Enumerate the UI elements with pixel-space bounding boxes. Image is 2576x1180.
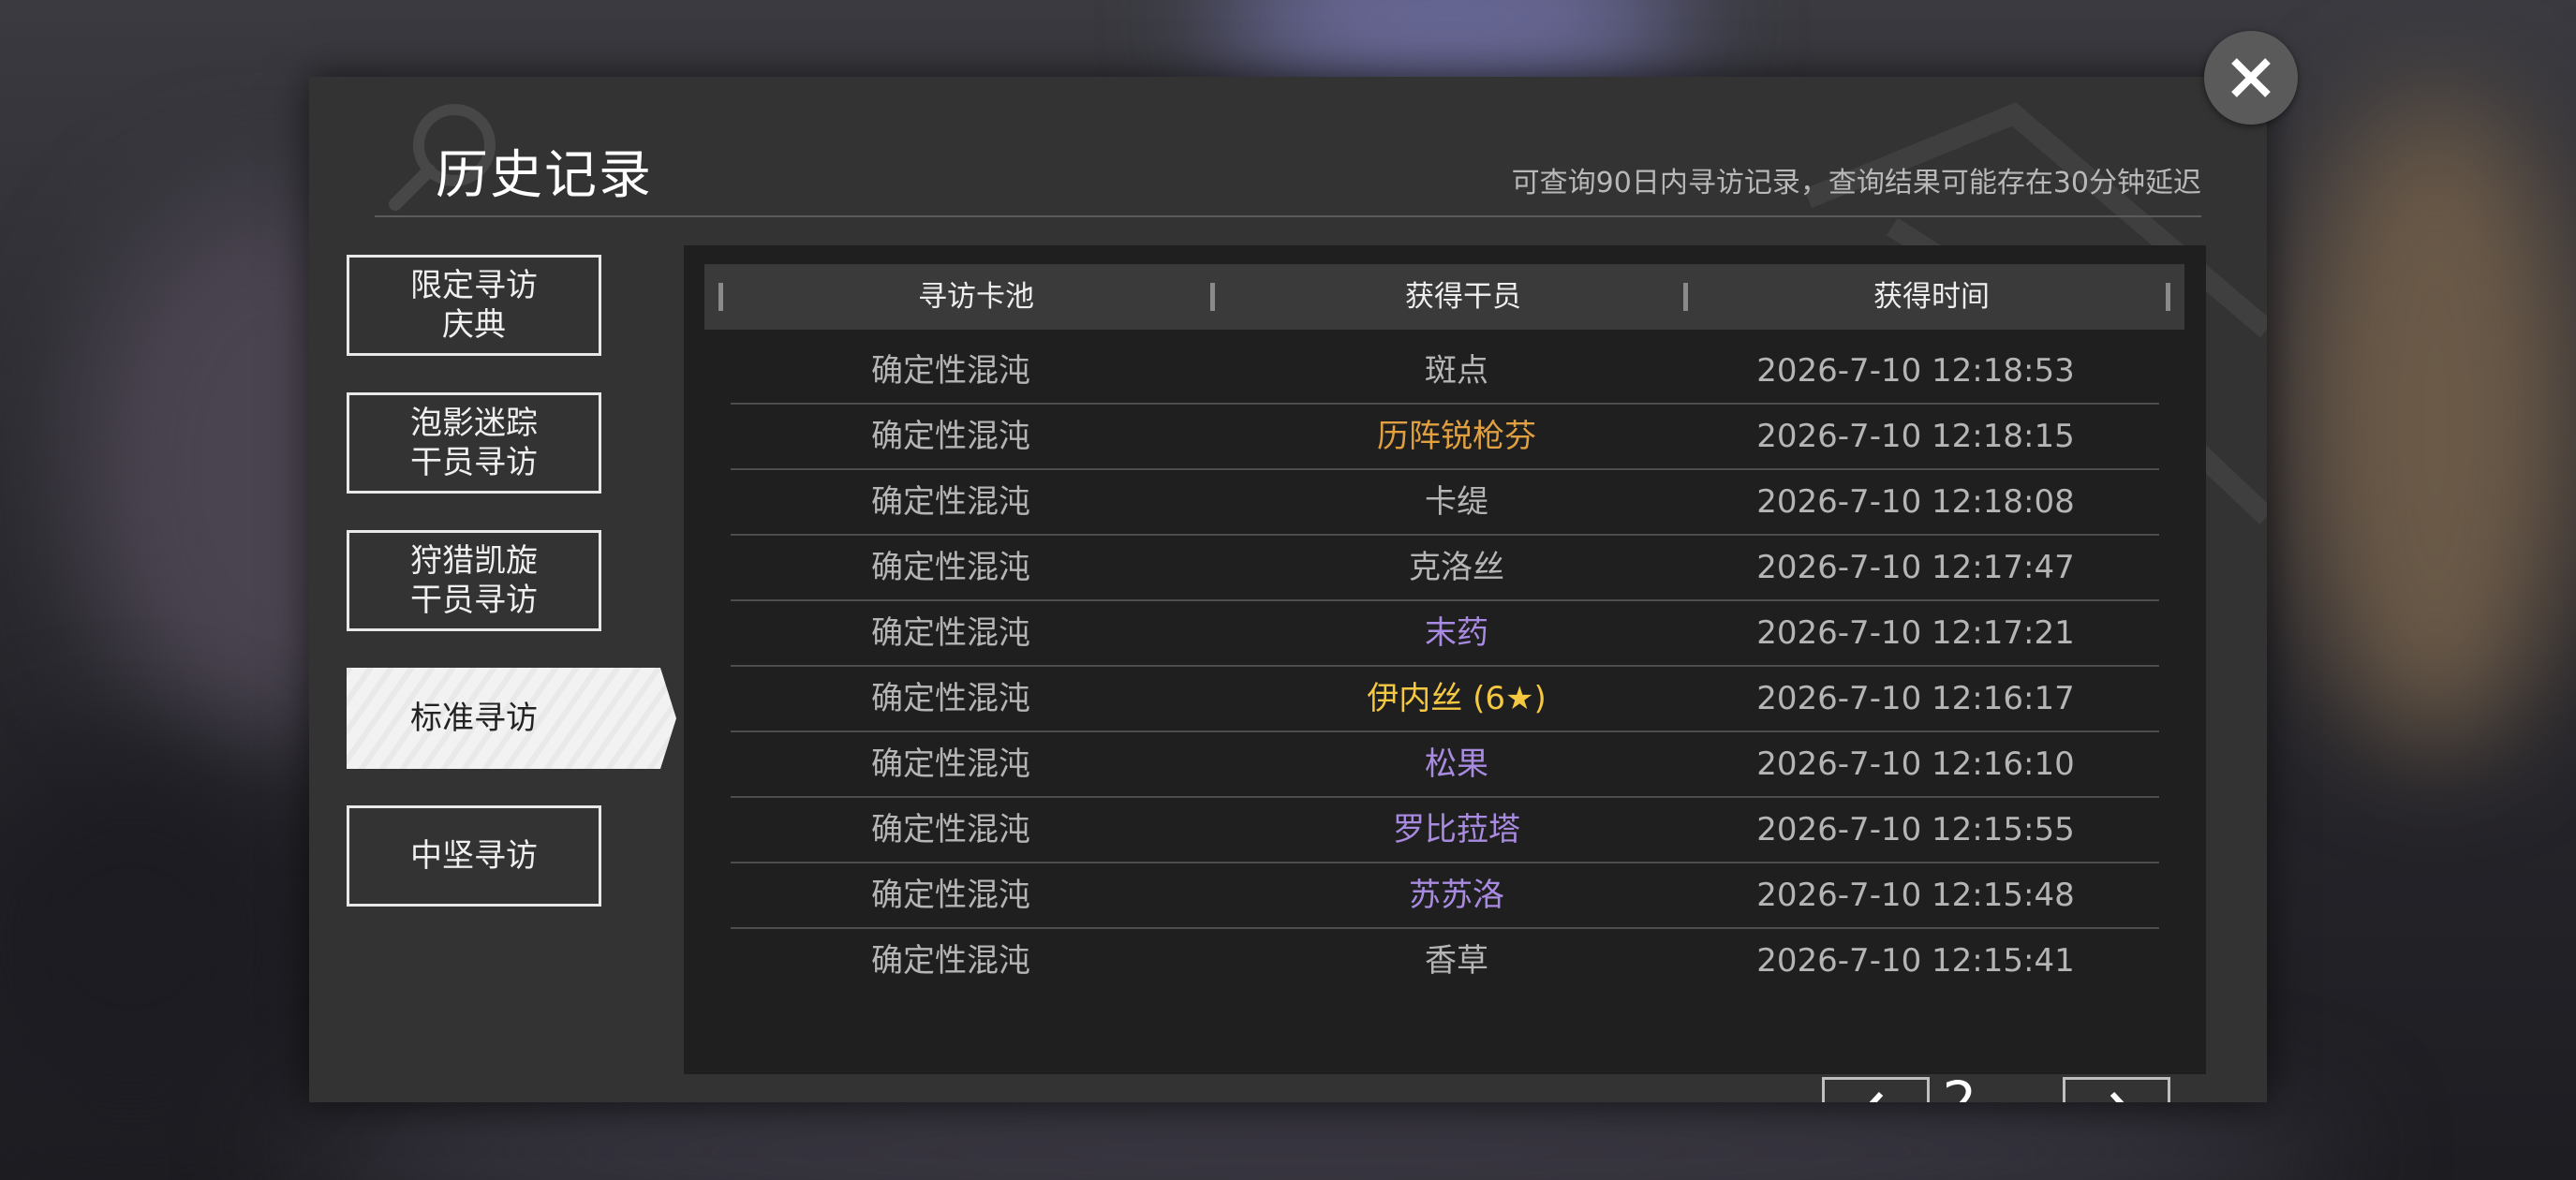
- header-separator: [2166, 283, 2170, 311]
- operator-cell: 香草: [1425, 942, 1488, 980]
- dialog-title: 历史记录: [436, 145, 653, 206]
- table-header: 寻访卡池 获得干员 获得时间: [704, 264, 2184, 330]
- tab-label: 中坚寻访: [410, 837, 538, 875]
- tab-label: 泡影迷踪 干员寻访: [410, 405, 538, 481]
- table-row: 确定性混沌 苏苏洛 2026-7-10 12:15:48: [731, 863, 2159, 929]
- tab-bubble-operator-headhunting[interactable]: 泡影迷踪 干员寻访: [347, 392, 601, 494]
- pool-cell: 确定性混沌: [871, 418, 1030, 455]
- table-row: 确定性混沌 卡缇 2026-7-10 12:18:08: [731, 470, 2159, 536]
- table-row: 确定性混沌 香草 2026-7-10 12:15:41: [731, 929, 2159, 993]
- table-row: 确定性混沌 斑点 2026-7-10 12:18:53: [731, 339, 2159, 405]
- pool-cell: 确定性混沌: [871, 614, 1030, 652]
- operator-cell: 罗比菈塔: [1393, 811, 1520, 848]
- header-pool: 寻访卡池: [918, 280, 1034, 314]
- operator-cell: 末药: [1425, 614, 1488, 652]
- pool-cell: 确定性混沌: [871, 483, 1030, 521]
- time-cell: 2026-7-10 12:18:53: [1756, 352, 2075, 390]
- tab-label: 限定寻访 庆典: [410, 267, 538, 344]
- time-cell: 2026-7-10 12:15:41: [1756, 942, 2075, 980]
- operator-cell: 克洛丝: [1409, 549, 1504, 586]
- table-row: 确定性混沌 历阵锐枪芬 2026-7-10 12:18:15: [731, 405, 2159, 470]
- tab-label: 标准寻访: [410, 700, 538, 737]
- history-dialog: 历史记录 可查询90日内寻访记录，查询结果可能存在30分钟延迟 限定寻访 庆典 …: [309, 77, 2267, 1102]
- tab-core-headhunting[interactable]: 中坚寻访: [347, 805, 601, 907]
- close-button[interactable]: [2204, 31, 2298, 125]
- time-cell: 2026-7-10 12:15:48: [1756, 877, 2075, 914]
- pool-cell: 确定性混沌: [871, 549, 1030, 586]
- time-cell: 2026-7-10 12:17:47: [1756, 549, 2075, 586]
- table-row: 确定性混沌 克洛丝 2026-7-10 12:17:47: [731, 536, 2159, 601]
- records-panel: 寻访卡池 获得干员 获得时间 确定性混沌 斑点 2026-7-10 12:18:53…: [684, 245, 2206, 1102]
- header-operator: 获得干员: [1405, 280, 1521, 314]
- chevron-right-icon: [2110, 1091, 2124, 1102]
- pool-cell: 确定性混沌: [871, 352, 1030, 390]
- tab-limited-celebration[interactable]: 限定寻访 庆典: [347, 255, 601, 356]
- pool-cell: 确定性混沌: [871, 680, 1030, 717]
- page-number: 2: [1942, 1069, 1977, 1102]
- operator-cell: 松果: [1425, 745, 1488, 783]
- next-page-button[interactable]: [2063, 1077, 2170, 1102]
- title-divider: [375, 215, 2201, 217]
- table-row: 确定性混沌 末药 2026-7-10 12:17:21: [731, 601, 2159, 667]
- close-icon: [2231, 58, 2271, 97]
- operator-cell: 伊内丝 (6★): [1367, 680, 1547, 717]
- header-separator: [718, 283, 723, 311]
- time-cell: 2026-7-10 12:16:10: [1756, 745, 2075, 783]
- operator-cell: 历阵锐枪芬: [1377, 418, 1536, 455]
- pool-cell: 确定性混沌: [871, 877, 1030, 914]
- prev-page-button[interactable]: [1822, 1077, 1930, 1102]
- time-cell: 2026-7-10 12:18:15: [1756, 418, 2075, 455]
- header-separator: [1210, 283, 1215, 311]
- operator-cell: 斑点: [1425, 352, 1488, 390]
- pool-cell: 确定性混沌: [871, 811, 1030, 848]
- time-cell: 2026-7-10 12:17:21: [1756, 614, 2075, 652]
- query-notice: 可查询90日内寻访记录，查询结果可能存在30分钟延迟: [1511, 167, 2201, 199]
- table-row: 确定性混沌 松果 2026-7-10 12:16:10: [731, 732, 2159, 798]
- time-cell: 2026-7-10 12:16:17: [1756, 680, 2075, 717]
- operator-cell: 苏苏洛: [1409, 877, 1504, 914]
- pool-cell: 确定性混沌: [871, 745, 1030, 783]
- pool-cell: 确定性混沌: [871, 942, 1030, 980]
- tab-hunt-triumph-operator-headhunting[interactable]: 狩猎凯旋 干员寻访: [347, 530, 601, 631]
- records-list: 确定性混沌 斑点 2026-7-10 12:18:53 确定性混沌 历阵锐枪芬 2026-…: [731, 339, 2159, 993]
- table-row: 确定性混沌 罗比菈塔 2026-7-10 12:15:55: [731, 798, 2159, 863]
- time-cell: 2026-7-10 12:15:55: [1756, 811, 2075, 848]
- tab-standard-headhunting[interactable]: 标准寻访: [347, 668, 676, 769]
- operator-cell: 卡缇: [1425, 483, 1488, 521]
- header-separator: [1683, 283, 1688, 311]
- table-row: 确定性混沌 伊内丝 (6★) 2026-7-10 12:16:17: [731, 667, 2159, 732]
- chevron-left-icon: [1869, 1091, 1883, 1102]
- tab-label: 狩猎凯旋 干员寻访: [410, 542, 538, 619]
- time-cell: 2026-7-10 12:18:08: [1756, 483, 2075, 521]
- header-time: 获得时间: [1873, 280, 1990, 314]
